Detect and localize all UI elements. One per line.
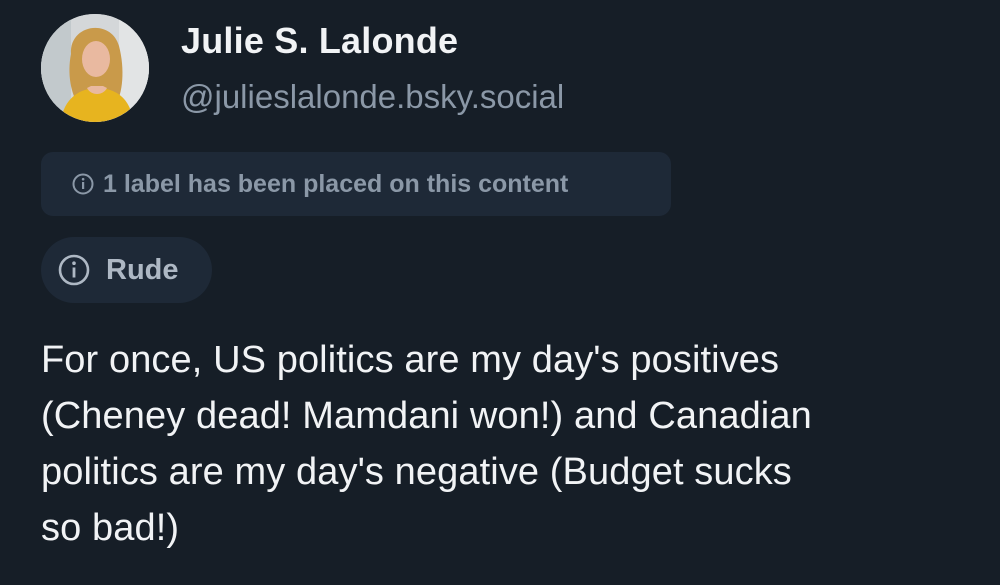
info-circle-icon [72,173,94,195]
label-notice-text: 1 label has been placed on this content [103,169,569,198]
label-notice-button[interactable]: 1 label has been placed on this content [41,152,671,216]
avatar-photo-icon [41,14,149,122]
author-display-name[interactable]: Julie S. Lalonde [181,20,458,62]
avatar[interactable] [41,14,149,122]
info-circle-icon [58,254,90,286]
post-body: For once, US politics are my day's posit… [41,332,981,556]
post-text-line: politics are my day's negative (Budget s… [41,451,792,493]
post-card: Julie S. Lalonde @julieslalonde.bsky.soc… [0,0,1000,585]
author-handle[interactable]: @julieslalonde.bsky.social [181,78,564,116]
post-text-line: For once, US politics are my day's posit… [41,339,780,381]
label-rude-text: Rude [106,253,179,286]
label-rude-button[interactable]: Rude [41,237,212,303]
post-text-line: so bad!) [41,507,180,549]
post-text-line: (Cheney dead! Mamdani won!) and Canadian [41,395,812,437]
